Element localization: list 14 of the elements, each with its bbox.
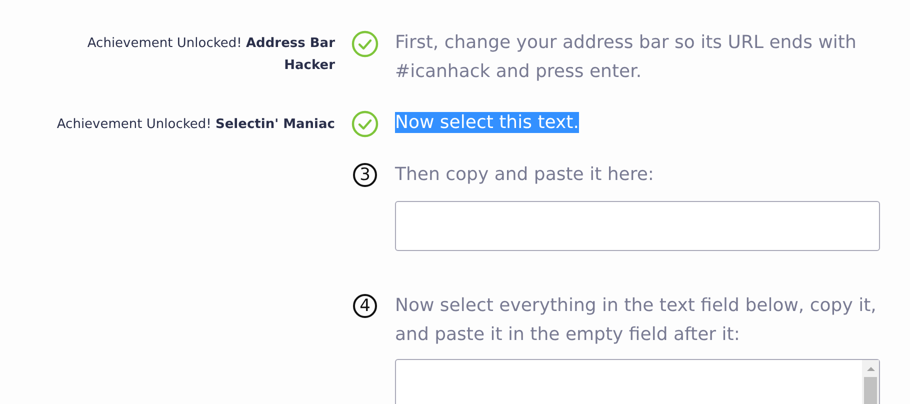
instruction-text: First, change your address bar so its URL ends with #icanhack and press enter. xyxy=(395,31,858,84)
instruction-text: Now select everything in the text field below, copy it, and paste it in the empty field after it: xyxy=(395,294,878,347)
input-field[interactable] xyxy=(395,201,880,251)
check-circle-icon xyxy=(351,110,379,138)
textarea-field[interactable] xyxy=(395,359,880,404)
check-circle-icon xyxy=(351,30,379,58)
achievement-text: Achievement Unlocked! Address Bar Hacker xyxy=(86,35,335,75)
scroll-up-icon[interactable] xyxy=(866,365,876,373)
instruction-text: Now select this text. xyxy=(395,111,580,135)
achievement-text: Achievement Unlocked! Selectin' Maniac xyxy=(56,116,335,134)
scrollbar[interactable] xyxy=(862,360,879,404)
step-number: 4 xyxy=(353,294,377,318)
instruction-text: Then copy and paste it here: xyxy=(395,163,655,187)
step-number: 3 xyxy=(353,163,377,187)
